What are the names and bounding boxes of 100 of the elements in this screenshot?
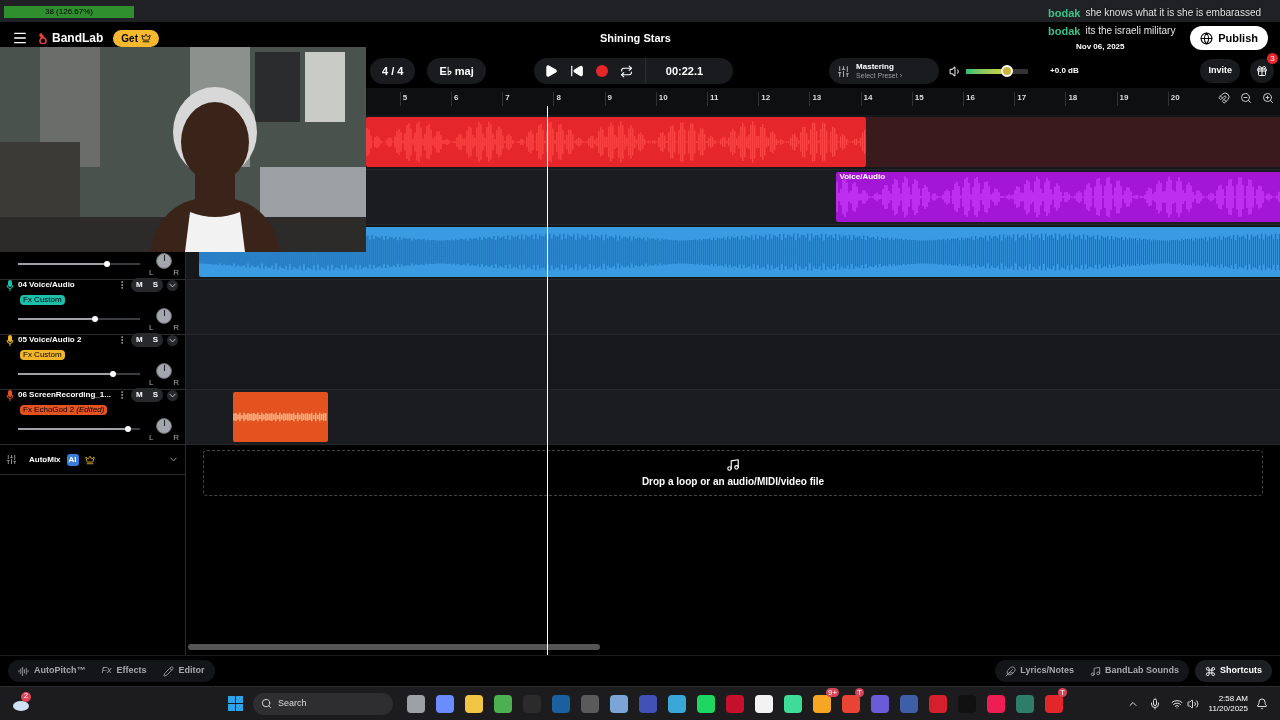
tool-button[interactable]: Editor bbox=[162, 664, 205, 678]
pan-knob[interactable] bbox=[156, 308, 172, 324]
invite-button[interactable]: Invite bbox=[1200, 59, 1240, 83]
bar-number[interactable]: 10 bbox=[655, 92, 668, 106]
volume-slider[interactable] bbox=[18, 424, 140, 434]
volume-slider[interactable] bbox=[18, 314, 140, 324]
bar-number[interactable]: 7 bbox=[502, 92, 510, 106]
slider-thumb[interactable] bbox=[124, 426, 131, 432]
pan-knob[interactable] bbox=[156, 418, 172, 434]
mute-button[interactable]: M bbox=[131, 333, 148, 347]
bar-number[interactable]: 18 bbox=[1065, 92, 1078, 106]
pan-right-label: R bbox=[173, 324, 179, 332]
expand-icon[interactable] bbox=[167, 334, 178, 346]
bar-number[interactable]: 12 bbox=[758, 92, 771, 106]
track-name[interactable]: 06 ScreenRecording_1... bbox=[18, 389, 113, 401]
slider-thumb[interactable] bbox=[104, 261, 111, 267]
mute-button[interactable]: M bbox=[131, 278, 148, 292]
globe-icon bbox=[1200, 31, 1214, 45]
playhead-line[interactable] bbox=[547, 106, 549, 655]
tool-button[interactable]: Lyrics/Notes bbox=[1005, 664, 1074, 678]
app-icon[interactable] bbox=[465, 694, 483, 713]
bar-number[interactable]: 9 bbox=[604, 92, 613, 106]
bar-number[interactable]: 6 bbox=[451, 92, 459, 106]
pan-knob[interactable] bbox=[156, 363, 172, 379]
search-field[interactable]: Search bbox=[253, 692, 393, 715]
ai-badge: AI bbox=[66, 453, 79, 466]
bar-number[interactable]: 15 bbox=[911, 92, 924, 106]
expand-icon[interactable] bbox=[167, 279, 178, 291]
horizontal-scrollbar[interactable] bbox=[188, 644, 600, 650]
microphone-icon[interactable] bbox=[1148, 697, 1161, 710]
record-icon[interactable] bbox=[595, 65, 608, 77]
tool-button[interactable]: Fx Effects bbox=[101, 664, 147, 678]
windows-start-icon[interactable] bbox=[228, 696, 243, 711]
slider-thumb[interactable] bbox=[110, 371, 117, 377]
track-lane[interactable] bbox=[186, 390, 1280, 445]
tool-button[interactable]: BandLab Sounds bbox=[1090, 664, 1179, 678]
app-icon[interactable] bbox=[407, 694, 425, 713]
automix-label: AutoMix bbox=[29, 453, 61, 466]
bar-number[interactable]: 17 bbox=[1014, 92, 1027, 106]
pan-knob[interactable] bbox=[156, 253, 172, 269]
key-selector[interactable]: E♭ maj bbox=[427, 58, 486, 84]
chat-username: bodak bbox=[1048, 25, 1081, 37]
bar-number[interactable]: 19 bbox=[1116, 92, 1129, 106]
wifi-icon[interactable] bbox=[1170, 697, 1183, 710]
skip-back-icon[interactable] bbox=[569, 64, 584, 78]
audio-clip[interactable]: Voice/Audio bbox=[836, 172, 1280, 222]
bar-number[interactable]: 8 bbox=[553, 92, 561, 106]
get-button[interactable]: Get bbox=[113, 29, 159, 47]
chat-message: its the israeli military bbox=[1085, 25, 1176, 37]
bar-number[interactable]: 11 bbox=[707, 92, 719, 106]
notification-badge: 3 bbox=[1267, 53, 1278, 64]
app-icon[interactable] bbox=[610, 694, 628, 713]
play-icon[interactable] bbox=[543, 64, 558, 78]
mute-button[interactable]: M bbox=[131, 388, 148, 402]
app-icon[interactable] bbox=[494, 694, 512, 713]
zoom-in-icon[interactable] bbox=[1262, 92, 1274, 104]
app-icon[interactable] bbox=[755, 694, 773, 713]
expand-icon[interactable] bbox=[167, 389, 178, 401]
chat-message: she knows what it is she is embarassed bbox=[1085, 7, 1262, 19]
shortcuts-button[interactable]: Shortcuts bbox=[1195, 660, 1272, 682]
effect-badge[interactable]: Fx EchoGod 2 (Edited) bbox=[20, 405, 108, 415]
bar-number[interactable]: 20 bbox=[1167, 92, 1180, 106]
pan-left-label: L bbox=[149, 269, 154, 277]
zoom-out-icon[interactable] bbox=[1240, 92, 1252, 104]
app-icon[interactable] bbox=[697, 694, 715, 713]
track-name[interactable]: 04 Voice/Audio bbox=[18, 279, 113, 291]
app-icon[interactable] bbox=[668, 694, 686, 713]
master-volume-slider[interactable] bbox=[966, 65, 1029, 77]
menu-icon[interactable] bbox=[12, 30, 28, 46]
pan-right-label: R bbox=[173, 434, 179, 442]
app-icon[interactable] bbox=[813, 694, 831, 713]
drop-zone[interactable]: Drop a loop or an audio/MIDI/video file bbox=[203, 450, 1263, 496]
pan-left-label: L bbox=[149, 324, 154, 332]
bar-number[interactable]: 14 bbox=[860, 92, 873, 106]
track-lane[interactable] bbox=[186, 280, 1280, 335]
bar-number[interactable]: 16 bbox=[963, 92, 975, 106]
volume-slider[interactable] bbox=[18, 369, 140, 379]
app-icon[interactable] bbox=[784, 694, 802, 713]
app-badge: T bbox=[1058, 687, 1067, 697]
publish-button[interactable]: Publish bbox=[1190, 26, 1268, 50]
magnet-icon[interactable] bbox=[1218, 92, 1230, 104]
clock-time[interactable]: 2:58 AM bbox=[1218, 693, 1248, 704]
effect-badge[interactable]: Fx Custom bbox=[20, 295, 65, 305]
brand-name: BandLab bbox=[52, 30, 104, 47]
slider-thumb[interactable] bbox=[91, 316, 98, 322]
slider-thumb[interactable] bbox=[1001, 65, 1013, 77]
time-signature[interactable]: 4 / 4 bbox=[370, 58, 416, 84]
speaker-icon[interactable] bbox=[1186, 697, 1199, 710]
volume-slider[interactable] bbox=[18, 259, 140, 269]
track-lane[interactable] bbox=[186, 335, 1280, 390]
bar-number[interactable]: 13 bbox=[809, 92, 822, 106]
loop-icon[interactable] bbox=[619, 64, 633, 78]
tool-button[interactable]: AutoPitch™ bbox=[18, 664, 86, 678]
audio-clip[interactable] bbox=[233, 392, 328, 442]
effect-badge[interactable]: Fx Custom bbox=[20, 350, 65, 360]
gift-icon[interactable] bbox=[1256, 65, 1268, 77]
clock-date[interactable]: 11/20/2025 bbox=[1208, 703, 1248, 714]
bar-number[interactable]: 5 bbox=[399, 92, 408, 106]
notification-icon[interactable] bbox=[1256, 697, 1268, 710]
track-name[interactable]: 05 Voice/Audio 2 bbox=[18, 334, 113, 346]
